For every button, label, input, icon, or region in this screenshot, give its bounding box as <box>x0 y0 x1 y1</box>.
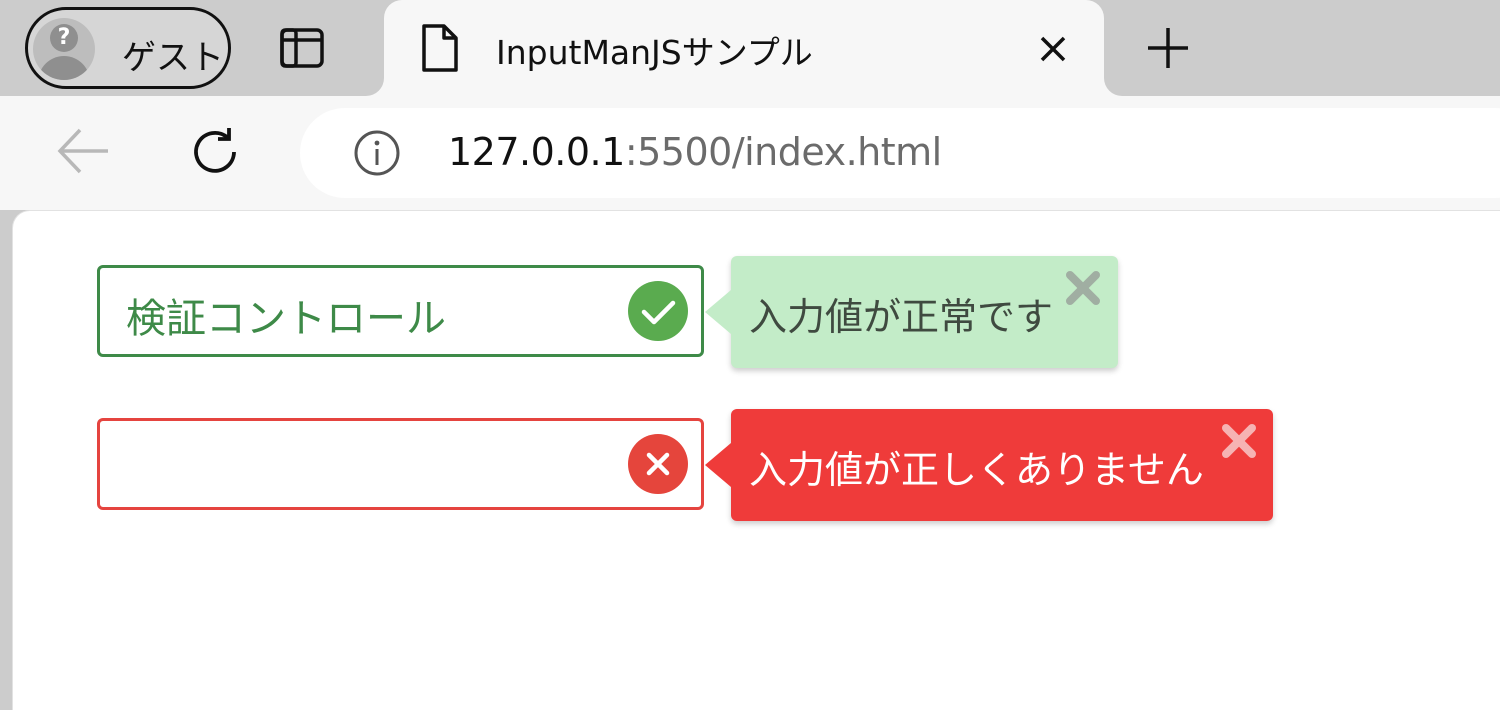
document-icon <box>422 24 458 72</box>
success-tooltip: 入力値が正常です <box>705 256 1118 368</box>
tooltip-arrow <box>705 443 731 487</box>
error-circle-icon <box>628 434 688 494</box>
tab-actions-button[interactable] <box>278 24 326 72</box>
empty-text-input[interactable] <box>97 418 704 510</box>
url-path: :5500/index.html <box>624 130 942 174</box>
tab-title: InputManJSサンプル <box>496 33 813 72</box>
profile-label: ゲスト <box>122 38 224 78</box>
tab-actions-icon <box>280 28 324 68</box>
input-value: 検証コントロール <box>126 296 446 342</box>
validated-text-input[interactable]: 検証コントロール <box>97 265 704 357</box>
url-host: 127.0.0.1 <box>448 130 625 174</box>
success-message: 入力値が正常です <box>749 295 1054 339</box>
check-circle-icon <box>628 281 688 341</box>
browser-toolbar: 127.0.0.1:5500/index.html <box>0 96 1500 210</box>
reload-icon[interactable] <box>188 126 244 178</box>
tab-inputman-sample[interactable]: InputManJSサンプル <box>384 0 1104 96</box>
back-arrow-icon[interactable] <box>56 126 112 176</box>
tooltip-arrow <box>705 290 731 334</box>
tab-strip: ? ゲスト InputManJSサンプル <box>0 0 1500 96</box>
profile-button[interactable]: ? ゲスト <box>25 7 231 89</box>
url-text[interactable]: 127.0.0.1:5500/index.html <box>448 130 942 174</box>
tooltip-close-icon[interactable] <box>1221 423 1257 459</box>
guest-avatar-icon: ? <box>33 18 95 80</box>
info-icon[interactable] <box>352 128 402 178</box>
page-content: 検証コントロール 入力値が正常です 入力値が正しくありません <box>12 210 1500 710</box>
error-message: 入力値が正しくありません <box>749 448 1204 492</box>
close-tab-icon[interactable] <box>1036 32 1070 66</box>
error-tooltip: 入力値が正しくありません <box>705 409 1273 521</box>
new-tab-icon[interactable] <box>1144 24 1192 72</box>
address-bar[interactable]: 127.0.0.1:5500/index.html <box>300 108 1500 198</box>
tooltip-close-icon[interactable] <box>1065 270 1101 306</box>
